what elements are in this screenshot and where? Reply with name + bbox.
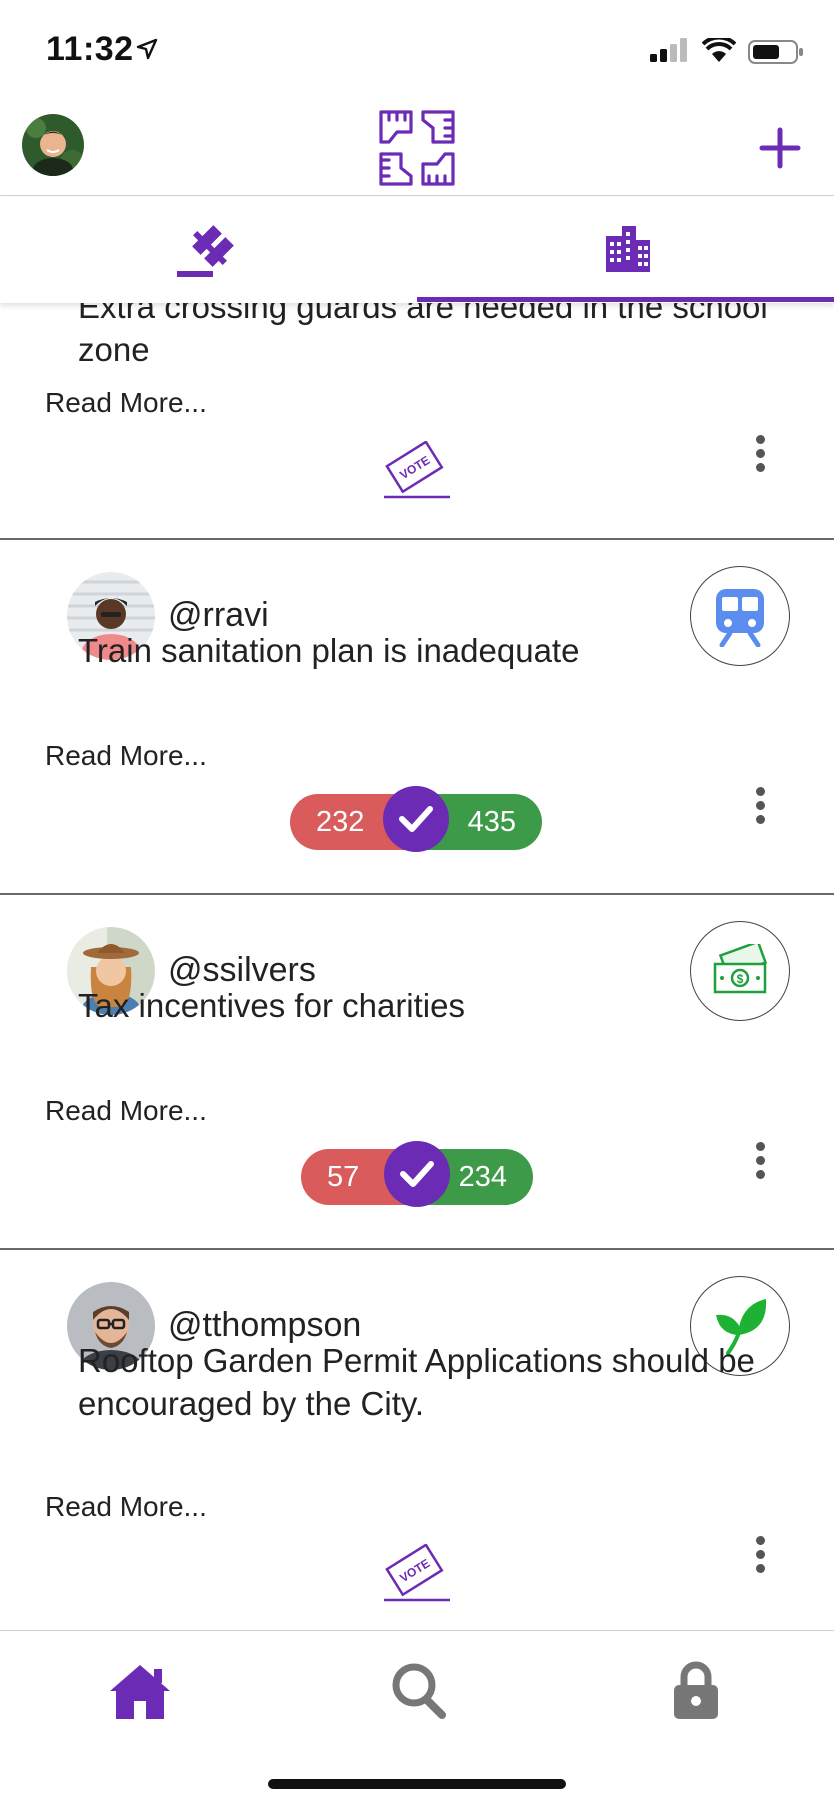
feed[interactable]: Extra crossing guards are needed in the …	[0, 197, 834, 1632]
city-building-icon	[606, 226, 650, 272]
joined-hands-logo-icon[interactable]	[375, 106, 459, 190]
location-arrow-icon	[136, 38, 158, 60]
nav-search[interactable]	[390, 1661, 448, 1726]
category-tabs	[0, 197, 834, 303]
checkmark-icon	[400, 1161, 434, 1187]
battery-icon	[748, 40, 803, 64]
post-text[interactable]: Tax incentives for charities	[78, 984, 798, 1027]
post-card[interactable]: @tthompson Rooftop Garden Permit Applica…	[0, 1252, 834, 1632]
bottom-nav	[0, 1630, 834, 1806]
lock-icon	[674, 1661, 718, 1719]
more-options-icon[interactable]	[750, 1536, 770, 1580]
nav-lock[interactable]	[672, 1661, 720, 1726]
user-avatar-icon	[22, 114, 84, 176]
post-card[interactable]: @ssilvers $ Tax incentives for charities…	[0, 897, 834, 1250]
active-tab-indicator	[417, 297, 834, 302]
read-more-link[interactable]: Read More...	[45, 1095, 207, 1127]
more-options-icon[interactable]	[750, 1142, 770, 1186]
more-options-icon[interactable]	[750, 435, 770, 479]
cellular-signal-icon	[650, 38, 687, 62]
vote-tally[interactable]: 232 435	[290, 786, 542, 852]
status-bar: 11:32	[0, 0, 834, 104]
vote-check-button[interactable]	[384, 1141, 450, 1207]
vote-ballot-icon[interactable]: VOTE	[380, 441, 454, 501]
tab-city[interactable]	[417, 197, 834, 303]
post-card[interactable]: @rravi Train sanitation plan is inadequa…	[0, 542, 834, 895]
gavel-icon	[177, 225, 234, 277]
nav-home[interactable]	[108, 1661, 172, 1726]
tab-legislation[interactable]	[0, 197, 417, 303]
read-more-link[interactable]: Read More...	[45, 1491, 207, 1523]
read-more-link[interactable]: Read More...	[45, 387, 207, 419]
vote-ballot-icon[interactable]: VOTE	[380, 1544, 454, 1604]
post-text[interactable]: Rooftop Garden Permit Applications shoul…	[78, 1339, 798, 1425]
app-header	[0, 104, 834, 196]
home-indicator[interactable]	[268, 1779, 566, 1789]
vote-check-button[interactable]	[383, 786, 449, 852]
status-time: 11:32	[46, 30, 134, 68]
profile-avatar[interactable]	[22, 114, 84, 176]
add-post-button[interactable]	[756, 124, 804, 172]
home-icon	[110, 1665, 170, 1719]
more-options-icon[interactable]	[750, 787, 770, 831]
wifi-icon	[702, 38, 736, 62]
search-icon	[392, 1663, 446, 1719]
checkmark-icon	[399, 806, 433, 832]
read-more-link[interactable]: Read More...	[45, 740, 207, 772]
vote-tally[interactable]: 57 234	[301, 1141, 533, 1207]
post-text[interactable]: Train sanitation plan is inadequate	[78, 629, 798, 672]
